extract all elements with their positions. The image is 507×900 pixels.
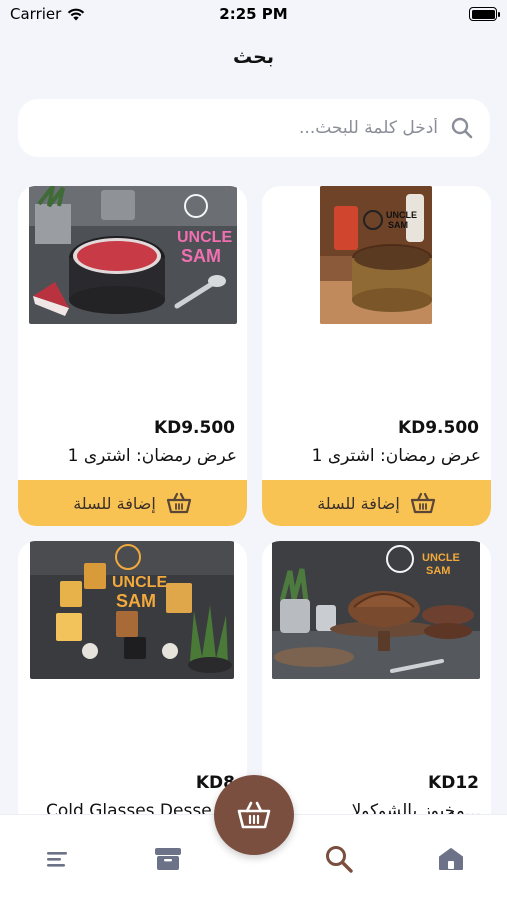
product-name: ...مخبوز بالشوكولا xyxy=(351,801,481,814)
search-input[interactable] xyxy=(34,118,438,138)
search-icon[interactable] xyxy=(450,116,474,140)
product-grid: UNCLE SAM KD9.500 عرض رمضان: اشترى 1 إضا… xyxy=(0,184,507,814)
tab-search[interactable] xyxy=(323,843,355,875)
product-card[interactable]: UNCLE SAM KD8 Cold Glasses Desse xyxy=(18,541,247,814)
basket-icon xyxy=(166,492,191,514)
basket-icon xyxy=(237,801,271,829)
product-image[interactable]: UNCLE SAM xyxy=(30,541,234,679)
battery-icon xyxy=(469,7,500,21)
product-price: KD12 xyxy=(428,773,479,793)
product-name: عرض رمضان: اشترى 1 xyxy=(67,446,237,466)
tab-orders[interactable] xyxy=(152,843,184,875)
cart-fab-button[interactable] xyxy=(214,775,294,855)
add-to-cart-label: إضافة للسلة xyxy=(73,493,156,513)
svg-text:SAM: SAM xyxy=(426,565,450,577)
search-icon[interactable] xyxy=(324,844,354,874)
basket-icon xyxy=(410,492,435,514)
product-image[interactable]: UNCLE SAM xyxy=(272,541,480,679)
status-time: 2:25 PM xyxy=(219,5,288,23)
svg-text:SAM: SAM xyxy=(181,246,221,266)
wifi-icon xyxy=(68,8,85,20)
product-image[interactable]: UNCLE SAM xyxy=(29,186,237,324)
svg-text:UNCLE: UNCLE xyxy=(112,574,167,591)
svg-text:UNCLE: UNCLE xyxy=(422,552,460,564)
product-image[interactable]: UNCLE SAM xyxy=(320,186,432,324)
svg-text:SAM: SAM xyxy=(388,220,408,230)
carrier-label: Carrier xyxy=(10,5,62,23)
search-bar[interactable] xyxy=(18,99,490,157)
tab-home[interactable] xyxy=(435,843,467,875)
add-to-cart-button[interactable]: إضافة للسلة xyxy=(18,480,247,526)
add-to-cart-button[interactable]: إضافة للسلة xyxy=(262,480,491,526)
home-icon[interactable] xyxy=(438,847,464,871)
product-price: KD9.500 xyxy=(153,418,235,438)
svg-text:UNCLE: UNCLE xyxy=(177,229,232,246)
product-name: عرض رمضان: اشترى 1 xyxy=(311,446,481,466)
archive-icon[interactable] xyxy=(154,847,182,871)
product-card[interactable]: UNCLE SAM KD12 ...مخبوز بالشوكولا xyxy=(262,541,491,814)
svg-text:UNCLE: UNCLE xyxy=(386,210,417,220)
product-card[interactable]: UNCLE SAM KD9.500 عرض رمضان: اشترى 1 إضا… xyxy=(18,186,247,526)
product-name: Cold Glasses Desse xyxy=(46,801,212,814)
page-title: بحث xyxy=(233,46,274,68)
status-bar: Carrier 2:25 PM xyxy=(0,0,507,28)
product-price: KD9.500 xyxy=(397,418,479,438)
svg-text:SAM: SAM xyxy=(116,591,156,611)
add-to-cart-label: إضافة للسلة xyxy=(317,493,400,513)
product-card[interactable]: UNCLE SAM KD9.500 عرض رمضان: اشترى 1 إضا… xyxy=(262,186,491,526)
tab-menu[interactable] xyxy=(41,843,73,875)
menu-icon[interactable] xyxy=(46,850,68,868)
